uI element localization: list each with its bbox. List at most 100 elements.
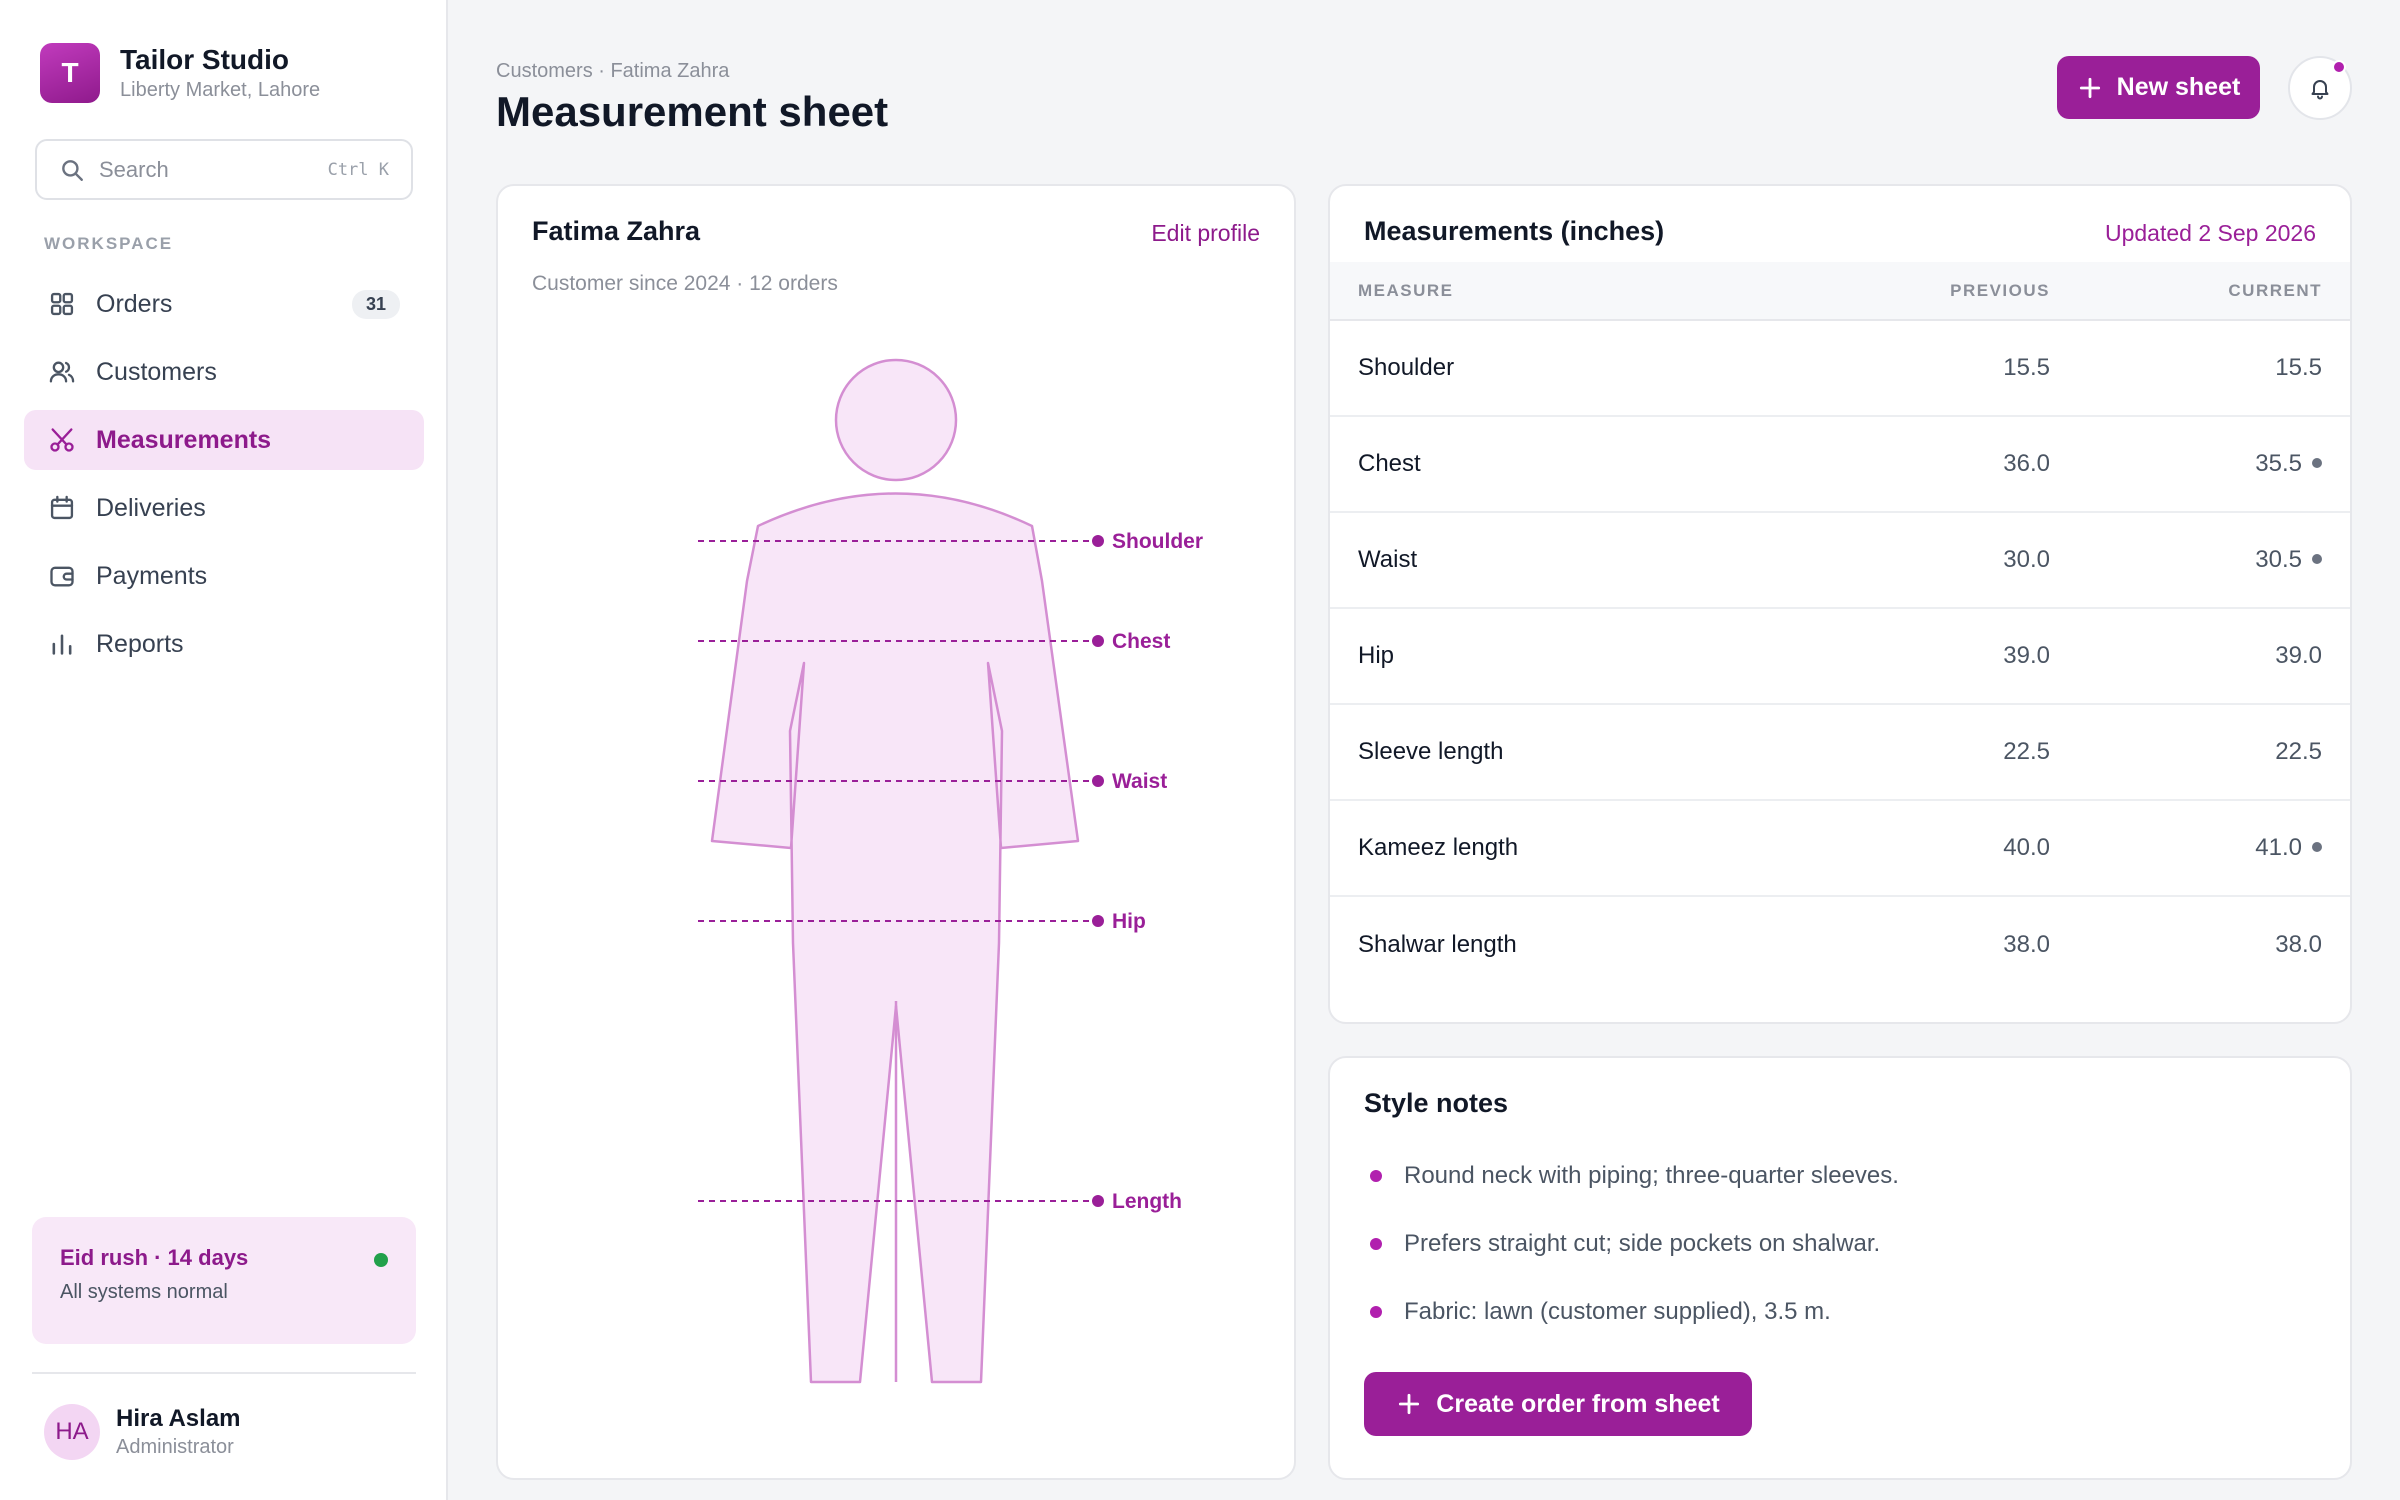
sidebar-item-label: Payments	[96, 561, 208, 590]
measurements-title: Measurements (inches)	[1364, 216, 1665, 246]
list-item: Fabric: lawn (customer supplied), 3.5 m.	[1370, 1278, 1899, 1346]
figure-label-hip: Hip	[1112, 910, 1146, 933]
column-header-previous[interactable]: PREVIOUS	[1850, 262, 2050, 321]
sidebar-item-customers[interactable]: Customers	[24, 342, 424, 402]
table-row[interactable]: Kameez length 40.0 41.0	[1330, 800, 2350, 897]
sidebar-item-deliveries[interactable]: Deliveries	[24, 478, 424, 538]
table-row[interactable]: Chest 36.0 35.5	[1330, 416, 2350, 513]
cell-previous: 22.5	[1850, 704, 2050, 801]
current-value: 39.0	[2275, 642, 2322, 669]
cell-current[interactable]: 22.5	[2050, 704, 2350, 801]
table-row[interactable]: Sleeve length 22.5 22.5	[1330, 704, 2350, 801]
sidebar-item-label: Measurements	[96, 425, 272, 454]
wallet-icon	[50, 566, 74, 587]
current-value: 38.0	[2275, 930, 2322, 958]
sidebar-item-label: Reports	[96, 629, 184, 658]
new-sheet-button[interactable]: New sheet	[2057, 56, 2260, 119]
cell-current[interactable]: 35.5	[2050, 416, 2350, 513]
sidebar-item-measurements[interactable]: Measurements	[24, 410, 424, 470]
cell-previous: 30.0	[1850, 512, 2050, 609]
notifications-button[interactable]	[2288, 56, 2352, 120]
cell-measure: Hip	[1330, 608, 1850, 705]
cell-measure: Chest	[1330, 416, 1850, 513]
measurements-card: Measurements (inches) Updated 2 Sep 2026…	[1328, 184, 2352, 1024]
style-notes-list: Round neck with piping; three-quarter sl…	[1370, 1142, 1899, 1346]
cell-current[interactable]: 15.5	[2050, 320, 2350, 417]
customer-profile-card: Fatima Zahra Edit profile Customer since…	[496, 184, 1296, 1480]
sidebar-item-label: Orders	[96, 289, 173, 318]
column-header-measure[interactable]: MEASURE	[1330, 262, 1850, 321]
cell-current[interactable]: 41.0	[2050, 800, 2350, 897]
figure-label-shoulder: Shoulder	[1112, 530, 1203, 553]
search-input[interactable]	[99, 156, 328, 183]
note-text: Round neck with piping; three-quarter sl…	[1404, 1162, 1899, 1189]
sidebar-item-label: Deliveries	[96, 493, 206, 522]
cell-current[interactable]: 38.0	[2050, 896, 2350, 992]
cell-previous: 39.0	[1850, 608, 2050, 705]
cell-measure: Kameez length	[1330, 800, 1850, 897]
user-profile[interactable]: HA Hira Aslam Administrator	[44, 1404, 241, 1460]
sidebar-item-payments[interactable]: Payments	[24, 546, 424, 606]
style-notes-title: Style notes	[1364, 1088, 1509, 1118]
current-value: 15.5	[2275, 354, 2322, 381]
current-value: 41.0	[2255, 834, 2302, 861]
current-value: 30.5	[2255, 546, 2302, 573]
list-item: Prefers straight cut; side pockets on sh…	[1370, 1210, 1899, 1278]
scissors-icon	[50, 428, 74, 452]
body-figure	[710, 358, 1080, 1384]
measurements-updated: Updated 2 Sep 2026	[2104, 220, 2316, 246]
user-role: Administrator	[116, 1436, 234, 1458]
table-row[interactable]: Hip 39.0 39.0	[1330, 608, 2350, 705]
plus-icon	[1399, 1393, 1420, 1415]
figure-label-chest: Chest	[1112, 630, 1170, 653]
changed-indicator-dot	[2312, 841, 2322, 852]
page-title: Measurement sheet	[496, 88, 889, 135]
status-card: Eid rush · 14 days All systems normal	[32, 1217, 416, 1344]
status-title: Eid rush · 14 days	[60, 1245, 249, 1270]
changed-indicator-dot	[2312, 553, 2322, 564]
brand-name: Tailor Studio	[120, 44, 290, 75]
grid-icon	[50, 292, 74, 316]
section-label-workspace: WORKSPACE	[44, 234, 174, 253]
sidebar-item-label: Customers	[96, 357, 217, 386]
table-row[interactable]: Shalwar length 38.0 38.0	[1330, 896, 2350, 992]
search-icon	[62, 159, 83, 181]
list-item: Round neck with piping; three-quarter sl…	[1370, 1142, 1899, 1210]
style-notes-card: Style notes Round neck with piping; thre…	[1328, 1056, 2352, 1480]
note-text: Prefers straight cut; side pockets on sh…	[1404, 1230, 1881, 1257]
cell-current[interactable]: 30.5	[2050, 512, 2350, 609]
body-measurement-diagram: Shoulder Chest Waist Hip Length	[698, 358, 1203, 1384]
bar-chart-icon	[52, 634, 72, 655]
brand-logo: T	[40, 43, 100, 103]
cell-previous: 40.0	[1850, 800, 2050, 897]
table-row[interactable]: Waist 30.0 30.5	[1330, 512, 2350, 609]
search-shortcut: Ctrl K	[327, 159, 389, 180]
notification-dot	[2332, 60, 2346, 74]
column-header-current[interactable]: CURRENT	[2050, 262, 2350, 321]
search-box[interactable]: Ctrl K	[35, 139, 413, 200]
measurement-markers	[1092, 535, 1104, 1207]
cell-previous: 15.5	[1850, 320, 2050, 417]
plus-icon	[2079, 77, 2100, 98]
brand[interactable]: T Tailor Studio Liberty Market, Lahore	[40, 43, 320, 103]
figure-label-waist: Waist	[1112, 770, 1167, 793]
bell-icon	[2311, 80, 2329, 100]
sidebar-item-orders[interactable]: Orders 31	[24, 274, 424, 334]
sidebar-divider	[32, 1372, 416, 1374]
figure-head	[834, 358, 958, 482]
users-icon	[49, 361, 75, 383]
measurements-table: MEASURE PREVIOUS CURRENT Shoulder 15.5 1…	[1330, 262, 2350, 992]
create-order-button[interactable]: Create order from sheet	[1364, 1372, 1752, 1436]
bullet-icon	[1370, 1306, 1382, 1318]
note-text: Fabric: lawn (customer supplied), 3.5 m.	[1404, 1298, 1831, 1325]
brand-location: Liberty Market, Lahore	[120, 79, 321, 101]
cell-current[interactable]: 39.0	[2050, 608, 2350, 705]
sidebar: T Tailor Studio Liberty Market, Lahore C…	[0, 0, 448, 1500]
new-sheet-label: New sheet	[2116, 73, 2241, 101]
current-value: 35.5	[2255, 450, 2302, 477]
breadcrumb[interactable]: Customers · Fatima Zahra	[496, 60, 729, 83]
bullet-icon	[1370, 1238, 1382, 1250]
table-row[interactable]: Shoulder 15.5 15.5	[1330, 320, 2350, 417]
cell-previous: 38.0	[2003, 930, 2050, 958]
sidebar-item-reports[interactable]: Reports	[24, 614, 424, 674]
